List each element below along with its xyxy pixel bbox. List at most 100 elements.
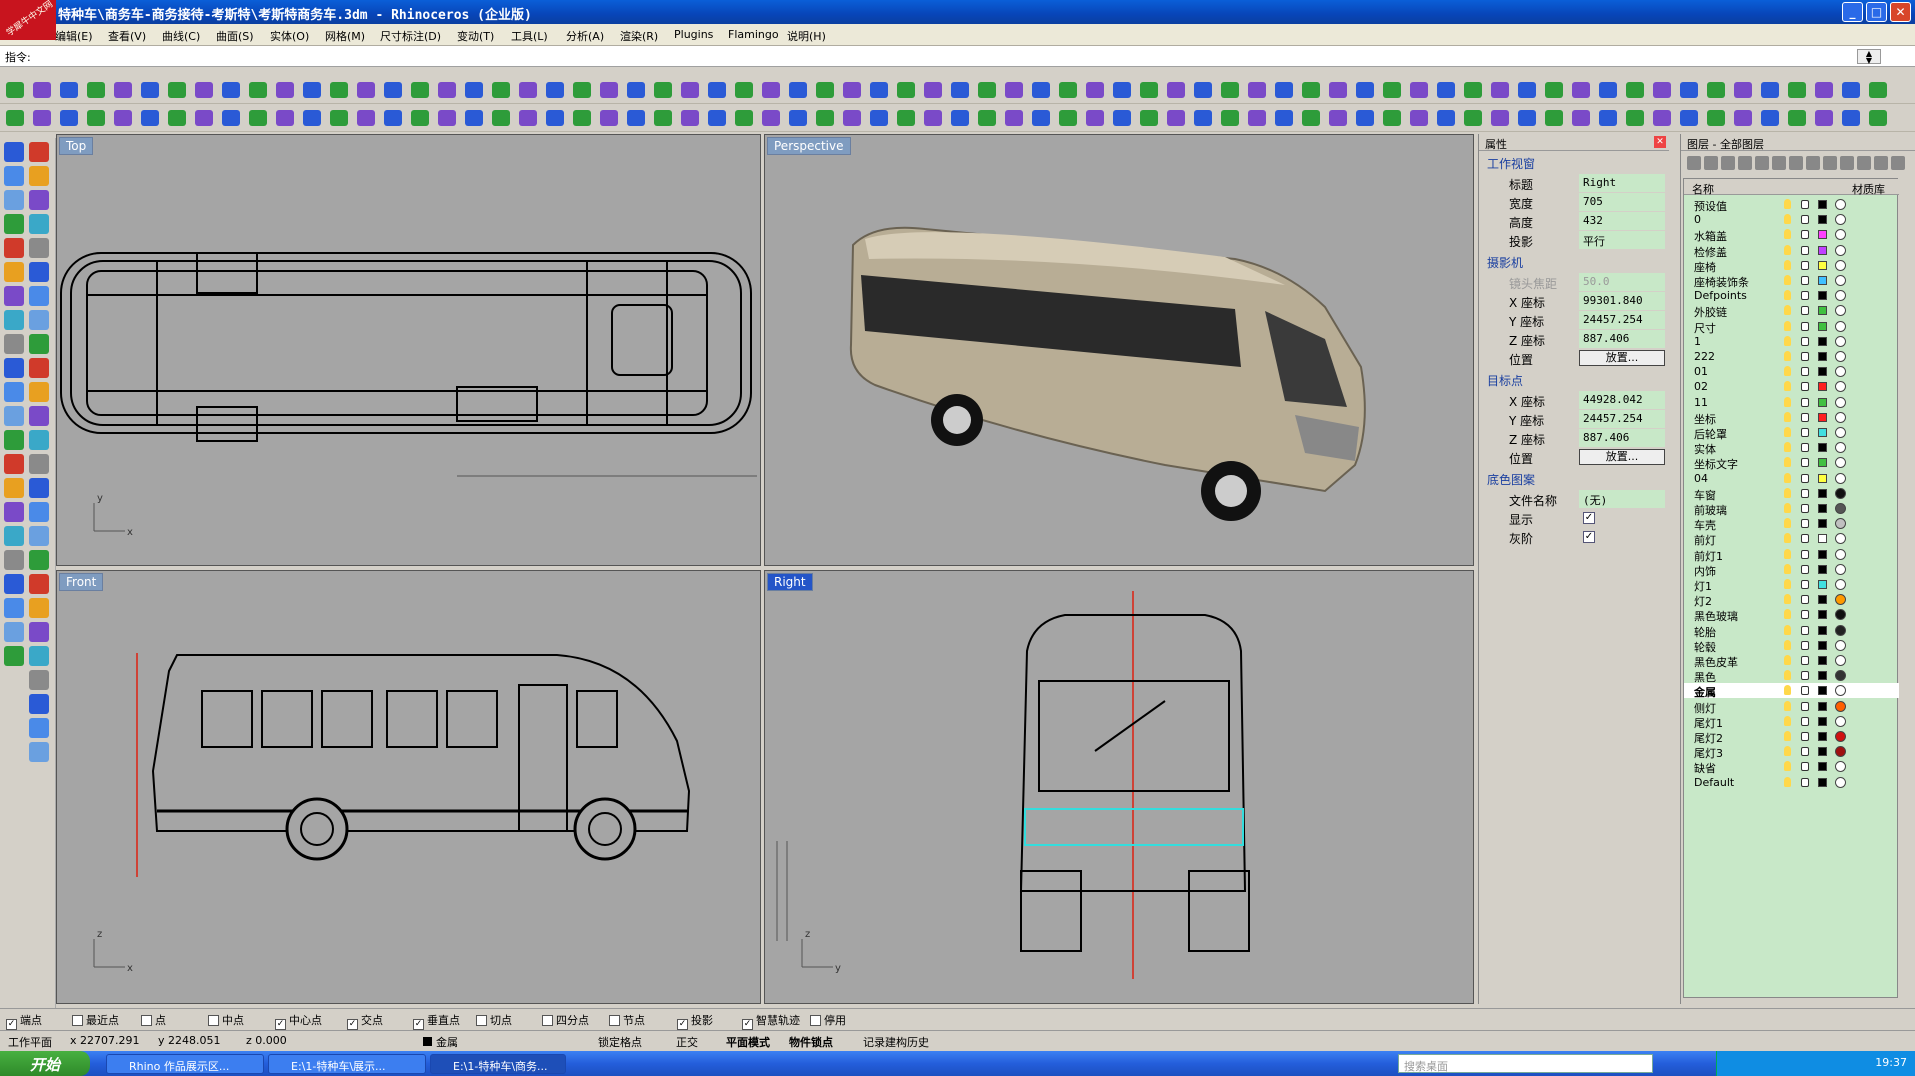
menu-surface[interactable]: 曲面(S) — [216, 28, 254, 44]
menu-solid[interactable]: 实体(O) — [270, 28, 309, 44]
toolbar-tool-icon[interactable] — [114, 110, 132, 126]
left-tool-icon[interactable] — [4, 166, 24, 186]
toolbar-tool-icon[interactable] — [1167, 82, 1185, 98]
toolbar-tool-icon[interactable] — [519, 82, 537, 98]
left-tool-icon[interactable] — [29, 478, 49, 498]
toolbar-tool-icon[interactable] — [1842, 110, 1860, 126]
layer-lock-icon[interactable] — [1801, 640, 1809, 650]
layer-color-swatch[interactable] — [1818, 412, 1827, 422]
left-tool-icon[interactable] — [4, 622, 24, 642]
viewport-front[interactable]: Front zx — [56, 570, 761, 1004]
left-tool-icon[interactable] — [29, 622, 49, 642]
layer-lock-icon[interactable] — [1801, 200, 1809, 209]
left-tool-icon[interactable] — [29, 262, 49, 282]
menu-dimension[interactable]: 尺寸标注(D) — [380, 28, 441, 44]
toolbar-tool-icon[interactable] — [1437, 110, 1455, 126]
left-tool-icon[interactable] — [4, 334, 24, 354]
layer-tool-icon[interactable] — [1857, 156, 1871, 170]
toolbar-tool-icon[interactable] — [708, 110, 726, 126]
toolbar-tool-icon[interactable] — [330, 82, 348, 98]
prop-title-value[interactable]: Right — [1579, 174, 1665, 192]
toolbar-tool-icon[interactable] — [465, 82, 483, 98]
layer-material-icon[interactable] — [1835, 715, 1846, 727]
layer-visibility-icon[interactable] — [1784, 351, 1791, 361]
toolbar-tool-icon[interactable] — [762, 110, 780, 126]
layer-material-icon[interactable] — [1835, 503, 1846, 514]
layer-lock-icon[interactable] — [1801, 260, 1809, 270]
layer-material-icon[interactable] — [1835, 487, 1846, 499]
layer-lock-icon[interactable] — [1801, 686, 1809, 696]
layer-material-icon[interactable] — [1835, 670, 1846, 682]
left-tool-icon[interactable] — [29, 598, 49, 618]
prop-file-value[interactable]: (无) — [1579, 490, 1665, 508]
layer-row[interactable]: 坐标 — [1684, 410, 1899, 426]
col-material[interactable]: 材质库 — [1852, 181, 1885, 197]
toolbar-tool-icon[interactable] — [1734, 82, 1752, 98]
layer-color-swatch[interactable] — [1818, 671, 1827, 681]
layer-visibility-icon[interactable] — [1784, 594, 1791, 605]
toolbar-tool-icon[interactable] — [1086, 110, 1104, 126]
osnap-checkbox[interactable]: ✓ — [742, 1019, 753, 1030]
toolbar-tool-icon[interactable] — [357, 110, 375, 126]
prop-target-y-value[interactable]: 24457.254 — [1579, 410, 1665, 428]
layer-color-swatch[interactable] — [1818, 777, 1827, 787]
layer-lock-icon[interactable] — [1801, 488, 1809, 498]
left-tool-icon[interactable] — [4, 358, 24, 378]
left-tool-icon[interactable] — [29, 334, 49, 354]
osnap-checkbox[interactable] — [609, 1015, 620, 1026]
toolbar-tool-icon[interactable] — [1626, 82, 1644, 98]
toolbar-tool-icon[interactable] — [897, 110, 915, 126]
layer-row[interactable]: 灯1 — [1684, 577, 1899, 593]
layer-row[interactable]: 1 — [1684, 334, 1899, 349]
layer-row[interactable]: 座椅 — [1684, 258, 1899, 274]
left-tool-icon[interactable] — [4, 454, 24, 474]
layer-tool-icon[interactable] — [1721, 156, 1735, 170]
toolbar-tool-icon[interactable] — [1113, 110, 1131, 126]
layer-lock-icon[interactable] — [1801, 656, 1809, 665]
layer-color-swatch[interactable] — [1818, 686, 1827, 696]
layer-lock-icon[interactable] — [1801, 549, 1809, 559]
layer-tool-icon[interactable] — [1755, 156, 1769, 170]
osnap-option[interactable]: 停用 — [810, 1012, 846, 1028]
left-tool-icon[interactable] — [4, 382, 24, 402]
left-tool-icon[interactable] — [4, 574, 24, 594]
layer-lock-icon[interactable] — [1801, 412, 1809, 422]
toolbar-tool-icon[interactable] — [492, 82, 510, 98]
layer-row[interactable]: 黑色皮革 — [1684, 653, 1899, 669]
toolbar-tool-icon[interactable] — [951, 110, 969, 126]
toolbar-tool-icon[interactable] — [222, 110, 240, 126]
layer-row[interactable]: 后轮罩 — [1684, 425, 1899, 441]
layer-visibility-icon[interactable] — [1784, 244, 1791, 255]
layer-visibility-icon[interactable] — [1784, 761, 1791, 772]
toolbar-tool-icon[interactable] — [303, 110, 321, 126]
menu-flamingo[interactable]: Flamingo — [728, 28, 779, 41]
layer-lock-icon[interactable] — [1801, 336, 1809, 346]
layer-visibility-icon[interactable] — [1784, 503, 1791, 513]
toolbar-tool-icon[interactable] — [627, 82, 645, 98]
toolbar-tool-icon[interactable] — [600, 82, 618, 98]
layer-visibility-icon[interactable] — [1784, 563, 1791, 574]
toolbar-tool-icon[interactable] — [1869, 110, 1887, 126]
layer-color-swatch[interactable] — [1818, 640, 1827, 650]
toolbar-tool-icon[interactable] — [1491, 82, 1509, 98]
osnap-checkbox[interactable] — [208, 1015, 219, 1026]
layer-material-icon[interactable] — [1835, 639, 1846, 651]
start-button[interactable]: 开始 — [0, 1051, 90, 1076]
layer-material-icon[interactable] — [1835, 320, 1846, 332]
layer-material-icon[interactable] — [1835, 761, 1846, 773]
layer-lock-icon[interactable] — [1801, 701, 1809, 711]
layer-tool-icon[interactable] — [1823, 156, 1837, 170]
toolbar-tool-icon[interactable] — [924, 110, 942, 126]
layer-material-icon[interactable] — [1835, 655, 1846, 666]
toolbar-tool-icon[interactable] — [519, 110, 537, 126]
layer-visibility-icon[interactable] — [1784, 305, 1791, 316]
layer-material-icon[interactable] — [1835, 259, 1846, 271]
toolbar-tool-icon[interactable] — [60, 82, 78, 98]
layer-lock-icon[interactable] — [1801, 215, 1809, 225]
layer-visibility-icon[interactable] — [1784, 731, 1791, 741]
toolbar-tool-icon[interactable] — [249, 110, 267, 126]
toolbar-tool-icon[interactable] — [1383, 110, 1401, 126]
layer-material-icon[interactable] — [1835, 457, 1846, 469]
layer-material-icon[interactable] — [1835, 351, 1846, 362]
prop-width-value[interactable]: 705 — [1579, 193, 1665, 211]
